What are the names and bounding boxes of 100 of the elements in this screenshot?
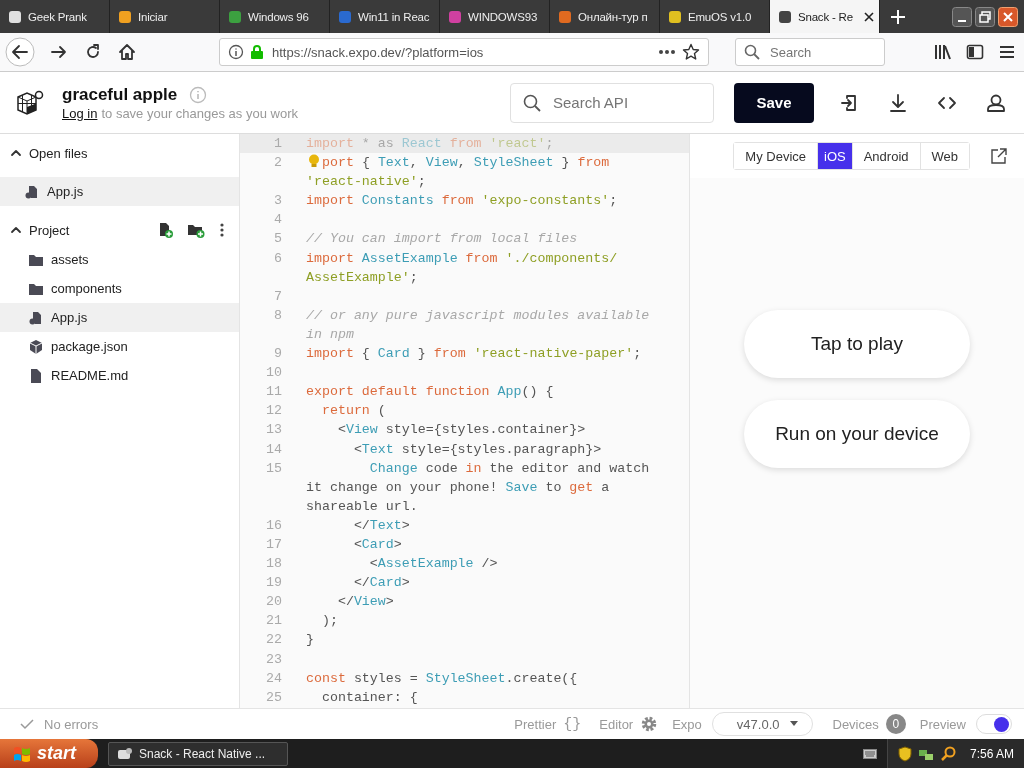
code-line: // or any pure javascript modules available: [306, 306, 651, 325]
code-line: <Card>: [352, 535, 403, 554]
add-file-icon[interactable]: [157, 222, 173, 238]
file-item[interactable]: App.js: [0, 303, 239, 332]
url-input[interactable]: https://snack.expo.dev/?platform=ios: [270, 43, 652, 61]
download-icon[interactable]: [888, 92, 908, 113]
file-item[interactable]: assets: [0, 245, 239, 274]
search-icon: [744, 44, 760, 60]
devices-button[interactable]: Devices 0: [828, 714, 910, 734]
code-line: AssetExample';: [306, 268, 419, 287]
script-file-icon: [25, 184, 39, 199]
section-header[interactable]: Project: [10, 222, 157, 238]
platform-tab[interactable]: iOS: [818, 143, 853, 169]
code-line: import { Card } from 'react-native-paper';: [306, 345, 643, 364]
close-icon[interactable]: [863, 10, 875, 23]
keyboard-icon[interactable]: [862, 748, 877, 759]
line-number: 1: [273, 135, 283, 153]
user-icon[interactable]: [986, 92, 1006, 113]
taskbar-button[interactable]: Snack - React Native ...: [108, 741, 288, 766]
library-icon[interactable]: [934, 43, 952, 61]
save-button[interactable]: Save: [734, 82, 814, 123]
line-number: 24: [265, 669, 283, 688]
search-input[interactable]: Search API: [551, 93, 705, 112]
site-icon: [8, 9, 22, 24]
code-line: container: {: [320, 688, 419, 707]
platform-tab[interactable]: My Device: [734, 143, 818, 169]
add-folder-icon[interactable]: [187, 222, 205, 238]
line-number: 21: [265, 612, 283, 631]
line-number: 16: [265, 516, 283, 535]
line-number: 22: [265, 631, 283, 650]
external-link-icon[interactable]: [990, 147, 1008, 165]
close-window-icon[interactable]: [998, 6, 1018, 27]
preview-button[interactable]: Run on your device: [744, 400, 970, 468]
project-title[interactable]: graceful apple: [62, 84, 178, 105]
search-icon[interactable]: [939, 745, 956, 762]
file-item[interactable]: App.js: [0, 177, 239, 206]
file-item[interactable]: components: [0, 274, 239, 303]
search-field[interactable]: Search API: [510, 82, 714, 123]
shield-icon[interactable]: [897, 745, 912, 762]
line-number: 7: [273, 287, 283, 306]
code-line: // You can import from local files: [306, 230, 579, 249]
line-number: 12: [265, 402, 283, 421]
lock-icon: [250, 44, 264, 60]
line-number: 6: [273, 249, 283, 268]
chevron-up-icon: [10, 224, 22, 236]
minimize-icon[interactable]: [952, 6, 972, 27]
line-number: 5: [273, 230, 283, 249]
line-number: 8: [273, 306, 283, 325]
start-button[interactable]: start: [0, 739, 98, 768]
star-icon[interactable]: [682, 43, 700, 61]
code-line: shareable url.: [306, 497, 419, 516]
site-icon: [228, 9, 242, 24]
home-icon[interactable]: [117, 42, 137, 62]
plus-icon[interactable]: [890, 8, 906, 25]
restore-icon[interactable]: [975, 6, 995, 27]
browser-tab[interactable]: Snack - Re: [770, 0, 880, 33]
line-number: 19: [265, 574, 283, 593]
preview-button[interactable]: Tap to play: [744, 310, 970, 378]
code-line: return (: [320, 402, 387, 421]
code-line: );: [320, 612, 339, 631]
site-icon: [448, 9, 462, 24]
version-dropdown[interactable]: v47.0.0: [711, 712, 813, 736]
code-line: port { Text, View, StyleSheet } from: [322, 154, 611, 173]
more-icon[interactable]: [658, 49, 676, 55]
preview-toggle[interactable]: [976, 714, 1012, 734]
sidebar-icon[interactable]: [966, 43, 984, 61]
code-line: import AssetExample from './components/: [306, 249, 619, 268]
info-icon[interactable]: [228, 44, 244, 60]
line-number: 14: [265, 440, 283, 459]
back-icon[interactable]: [5, 37, 35, 67]
caret-icon: [789, 721, 798, 727]
script-file-icon: [29, 310, 43, 325]
file-item[interactable]: README.md: [0, 361, 239, 390]
line-number: 11: [265, 383, 283, 402]
search-input[interactable]: Search: [768, 43, 872, 61]
line-number: 17: [265, 535, 283, 554]
login-hint: to save your changes as you work: [101, 105, 298, 121]
chevron-up-icon: [10, 147, 22, 159]
section-header[interactable]: Open files: [10, 145, 225, 161]
code-line: }: [306, 631, 315, 650]
site-icon: [118, 9, 132, 24]
line-number: 3: [273, 192, 283, 211]
code-line: in npm: [306, 325, 355, 344]
file-item[interactable]: package.json: [0, 332, 239, 361]
line-number: 20: [265, 593, 283, 612]
code-line: import Constants from 'expo-constants';: [306, 192, 619, 211]
code-line: <AssetExample />: [368, 555, 499, 574]
search-icon: [523, 93, 541, 112]
login-link[interactable]: Log in: [62, 105, 98, 121]
more-vertical-icon[interactable]: [219, 222, 225, 238]
menu-icon[interactable]: [998, 43, 1016, 61]
enter-icon[interactable]: [839, 92, 859, 113]
search-field[interactable]: Search: [735, 38, 885, 66]
address-field[interactable]: https://snack.expo.dev/?platform=ios: [219, 38, 709, 66]
code-line: <View style={styles.container}>: [336, 421, 587, 440]
flag-icon: [12, 744, 32, 763]
line-number: 25: [265, 688, 283, 707]
line-number: 4: [273, 211, 283, 230]
device-count-badge: 0: [885, 714, 906, 734]
site-icon: [778, 9, 792, 24]
